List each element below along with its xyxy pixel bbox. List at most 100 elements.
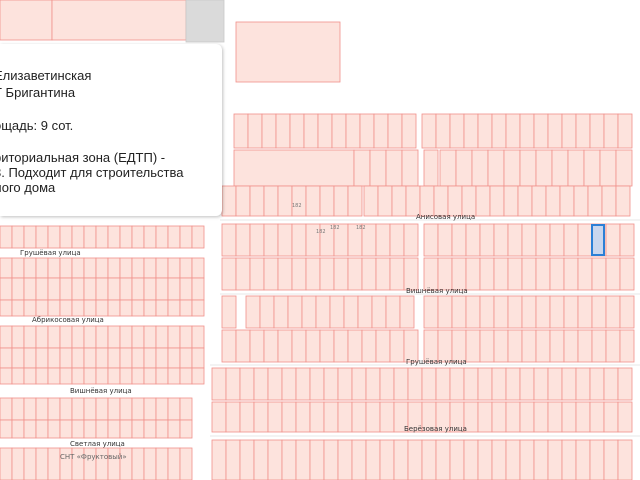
parcel[interactable]	[463, 113, 479, 149]
parcel[interactable]	[519, 439, 535, 480]
parcel[interactable]	[233, 113, 249, 149]
parcel[interactable]	[0, 397, 13, 421]
parcel[interactable]	[407, 439, 423, 480]
parcel[interactable]	[0, 325, 13, 349]
parcel[interactable]	[155, 257, 169, 279]
parcel[interactable]	[235, 329, 251, 363]
parcel[interactable]	[577, 257, 593, 291]
parcel[interactable]	[619, 329, 635, 363]
parcel[interactable]	[167, 367, 181, 385]
parcel[interactable]	[0, 277, 13, 301]
parcel[interactable]	[463, 439, 479, 480]
parcel[interactable]	[83, 347, 97, 369]
parcel[interactable]	[491, 367, 507, 401]
parcel[interactable]	[83, 277, 97, 301]
parcel[interactable]	[567, 149, 585, 187]
parcel[interactable]	[351, 367, 367, 401]
parcel[interactable]	[179, 277, 193, 301]
parcel[interactable]	[107, 347, 121, 369]
parcel[interactable]	[107, 277, 121, 301]
parcel[interactable]	[365, 367, 381, 401]
parcel[interactable]	[59, 325, 73, 349]
parcel[interactable]	[449, 367, 465, 401]
parcel[interactable]	[167, 257, 181, 279]
parcel[interactable]	[119, 299, 133, 317]
parcel[interactable]	[589, 367, 605, 401]
parcel[interactable]	[235, 223, 251, 257]
parcel[interactable]	[505, 367, 521, 401]
parcel[interactable]	[277, 329, 293, 363]
parcel[interactable]	[179, 225, 193, 249]
parcel[interactable]	[319, 257, 335, 291]
parcel[interactable]	[267, 367, 283, 401]
parcel[interactable]	[291, 223, 307, 257]
parcel[interactable]	[11, 347, 25, 369]
parcel[interactable]	[35, 277, 49, 301]
parcel[interactable]	[547, 439, 563, 480]
parcel[interactable]	[71, 397, 85, 421]
parcel[interactable]	[549, 257, 565, 291]
parcel[interactable]	[589, 401, 605, 433]
parcel[interactable]	[291, 257, 307, 291]
parcel[interactable]	[35, 325, 49, 349]
parcel[interactable]	[575, 367, 591, 401]
parcel[interactable]	[23, 397, 37, 421]
parcel[interactable]	[351, 401, 367, 433]
parcel[interactable]	[323, 367, 339, 401]
parcel[interactable]	[477, 439, 493, 480]
parcel[interactable]	[11, 447, 25, 480]
parcel[interactable]	[577, 329, 593, 363]
parcel[interactable]	[421, 367, 437, 401]
parcel[interactable]	[331, 113, 347, 149]
parcel[interactable]	[493, 329, 509, 363]
selected-parcel[interactable]	[591, 224, 605, 256]
parcel[interactable]	[83, 367, 97, 385]
parcel[interactable]	[365, 439, 381, 480]
parcel[interactable]	[361, 329, 377, 363]
parcel[interactable]	[23, 419, 37, 439]
parcel[interactable]	[603, 367, 619, 401]
parcel[interactable]	[337, 367, 353, 401]
parcel[interactable]	[23, 257, 37, 279]
parcel[interactable]	[563, 257, 579, 291]
parcel[interactable]	[191, 299, 205, 317]
parcel[interactable]	[583, 149, 601, 187]
parcel[interactable]	[277, 223, 293, 257]
parcel[interactable]	[343, 295, 359, 329]
parcel[interactable]	[143, 347, 157, 369]
parcel[interactable]	[379, 367, 395, 401]
parcel[interactable]	[179, 257, 193, 279]
parcel[interactable]	[517, 185, 533, 217]
parcel[interactable]	[361, 257, 377, 291]
parcel[interactable]	[521, 223, 537, 257]
parcel[interactable]	[239, 401, 255, 433]
parcel[interactable]	[449, 439, 465, 480]
parcel[interactable]	[375, 257, 391, 291]
parcel[interactable]	[465, 295, 481, 329]
parcel[interactable]	[507, 223, 523, 257]
parcel[interactable]	[451, 295, 467, 329]
parcel[interactable]	[179, 367, 193, 385]
parcel[interactable]	[437, 223, 453, 257]
parcel[interactable]	[221, 295, 237, 329]
parcel[interactable]	[591, 295, 607, 329]
parcel[interactable]	[535, 149, 553, 187]
parcel[interactable]	[605, 329, 621, 363]
parcel[interactable]	[533, 113, 549, 149]
parcel[interactable]	[35, 447, 49, 480]
parcel[interactable]	[363, 185, 379, 217]
parcel[interactable]	[59, 277, 73, 301]
parcel[interactable]	[167, 447, 181, 480]
parcel[interactable]	[0, 225, 13, 249]
parcel[interactable]	[487, 149, 505, 187]
parcel[interactable]	[47, 397, 61, 421]
parcel[interactable]	[375, 329, 391, 363]
parcel[interactable]	[619, 257, 635, 291]
parcel[interactable]	[107, 367, 121, 385]
parcel[interactable]	[337, 401, 353, 433]
parcel[interactable]	[119, 277, 133, 301]
parcel[interactable]	[249, 223, 265, 257]
parcel[interactable]	[393, 367, 409, 401]
parcel[interactable]	[605, 257, 621, 291]
parcel[interactable]	[617, 113, 633, 149]
